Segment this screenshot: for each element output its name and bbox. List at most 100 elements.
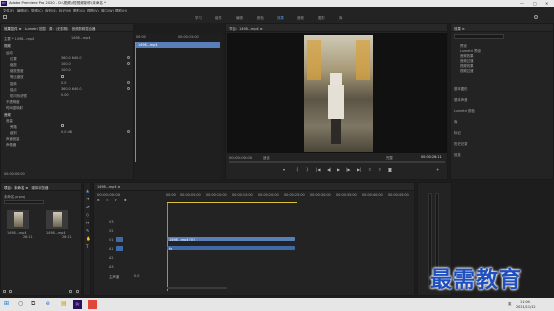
mark-out-icon[interactable]: } [306, 167, 309, 172]
input-language[interactable]: 英 [508, 301, 511, 306]
quality-dropdown[interactable]: 完整 [386, 155, 393, 160]
selection-tool-icon[interactable]: ▲ [86, 188, 89, 193]
search-icon[interactable] [534, 15, 538, 19]
clock-time[interactable]: 11:04 [520, 300, 530, 304]
export-frame-icon[interactable]: ◙ [388, 167, 392, 172]
workspace-learn[interactable]: 学习 [195, 15, 202, 20]
project-thumb-2[interactable] [46, 210, 68, 229]
effect-controls-timecode[interactable]: 00:00:00:00 [4, 172, 25, 176]
track-v2[interactable]: V2 [109, 229, 113, 233]
search-icon[interactable]: ○ [18, 301, 23, 307]
video-clip[interactable]: 1498...mp4 [V] [167, 237, 295, 241]
program-viewer[interactable] [227, 33, 447, 153]
reset-icon[interactable] [127, 130, 130, 133]
tab-media-browser[interactable]: 媒体浏览器 [32, 186, 49, 190]
play-icon[interactable]: ▶ [337, 167, 340, 172]
fit-dropdown[interactable]: 适合 [263, 155, 270, 160]
tab-project[interactable]: 项目：未命名 ≡ [4, 186, 28, 190]
program-timecode-left[interactable]: 00:00:00:00 [229, 155, 252, 160]
effects-tab[interactable]: 效果 ≡ [451, 24, 553, 32]
workspace-libraries[interactable]: 库 [339, 15, 342, 20]
slip-tool-icon[interactable]: ↔ [86, 220, 89, 225]
workspace-editing[interactable]: 编辑 [236, 15, 243, 20]
mini-playhead[interactable] [135, 42, 136, 162]
fx-volume[interactable]: 音量 [6, 118, 13, 123]
level-value[interactable]: 0.0 dB [61, 130, 72, 134]
linked-selection-icon[interactable]: ⊃ [106, 198, 109, 202]
work-area-bar[interactable] [167, 202, 297, 203]
timeline-scrollbar[interactable] [167, 287, 227, 289]
section-lumetri-color[interactable]: Lumetri 颜色 [454, 108, 475, 113]
timeline-timecode[interactable]: 00:00:00:00 [97, 192, 120, 197]
fx-opacity[interactable]: 不透明度 [6, 99, 20, 104]
step-back-icon[interactable]: ◀| [327, 167, 331, 172]
timeline-tab[interactable]: 1498...mp4 ≡ [94, 183, 414, 191]
close-button[interactable]: ✕ [545, 1, 548, 6]
list-view-icon[interactable] [3, 290, 6, 293]
reset-icon[interactable] [127, 62, 130, 65]
workspace-audio[interactable]: 音频 [297, 15, 304, 20]
reset-icon[interactable] [127, 87, 130, 90]
add-button-icon[interactable]: + [436, 167, 439, 172]
app-taskbar-icon[interactable] [88, 300, 97, 309]
go-to-out-icon[interactable]: ▶| [357, 167, 361, 172]
add-marker-icon[interactable]: ▾ [283, 167, 285, 172]
track-v3[interactable]: V3 [109, 220, 113, 224]
program-scrubber[interactable] [229, 161, 445, 163]
trash-icon[interactable] [76, 290, 79, 293]
go-to-in-icon[interactable]: |◀ [316, 167, 320, 172]
position-value[interactable]: 360.0 640.0 [61, 56, 82, 60]
section-markers[interactable]: 标记 [454, 130, 461, 135]
track-v1-target[interactable] [116, 237, 123, 242]
effects-search-input[interactable] [454, 34, 504, 39]
tab-lumetri-scopes[interactable]: Lumetri 范围 [25, 27, 46, 31]
home-icon[interactable] [3, 15, 7, 19]
effects-item-video-transitions[interactable]: 视频过渡 [460, 68, 474, 73]
fx-motion[interactable]: 运动 [6, 50, 13, 55]
project-thumb-1[interactable] [7, 210, 29, 229]
track-a1-target[interactable] [116, 246, 123, 251]
icon-view-icon[interactable] [9, 290, 12, 293]
new-bin-icon[interactable] [69, 290, 72, 293]
ripple-edit-tool-icon[interactable]: ⟛ [86, 204, 90, 209]
tab-audio-mixer[interactable]: 音频剪辑混合器 [72, 27, 96, 31]
clip-label[interactable]: 1498...mp4 [71, 36, 90, 40]
premiere-taskbar-icon[interactable]: Pr [73, 300, 82, 309]
track-a2[interactable]: A2 [109, 256, 113, 260]
section-info[interactable]: 信息 [454, 152, 461, 157]
reset-icon[interactable] [127, 56, 130, 59]
edge-browser-icon[interactable]: e [46, 301, 50, 307]
hand-tool-icon[interactable]: ✋ [86, 236, 90, 241]
timeline-settings-icon[interactable]: ✱ [124, 198, 127, 202]
rotation-value[interactable]: 0.0 [61, 81, 66, 85]
source-label[interactable]: 主要 * 1498...mp4 [4, 36, 34, 41]
section-history[interactable]: 历史记录 [454, 141, 468, 146]
pen-tool-icon[interactable]: ✎ [86, 228, 89, 233]
workspace-assembly[interactable]: 组件 [215, 15, 222, 20]
audio-clip[interactable]: fx [167, 246, 295, 250]
tab-effect-controls[interactable]: 效果控件 ≡ [4, 27, 21, 31]
program-tab[interactable]: 节目：1498...mp4 ≡ [226, 24, 447, 32]
extract-icon[interactable]: ⇪ [378, 167, 381, 172]
lift-icon[interactable]: ⇧ [368, 167, 371, 172]
tab-source[interactable]: 源：(无剪辑) [49, 27, 69, 31]
razor-tool-icon[interactable]: ◇ [86, 212, 89, 217]
file-explorer-icon[interactable]: ▤ [61, 301, 67, 307]
workspace-graphics[interactable]: 图形 [318, 15, 325, 20]
fx-channel-volume[interactable]: 声道音量 [6, 136, 20, 141]
track-select-tool-icon[interactable]: ⇥ [86, 196, 89, 201]
scale-width-value[interactable]: 100.0 [61, 68, 71, 72]
type-tool-icon[interactable]: T [86, 244, 88, 249]
windows-start-icon[interactable]: ⊞ [4, 301, 9, 307]
workspace-color[interactable]: 颜色 [257, 15, 264, 20]
anchor-value[interactable]: 360.0 640.0 [61, 87, 82, 91]
step-forward-icon[interactable]: |▶ [346, 167, 350, 172]
track-a3[interactable]: A3 [109, 265, 113, 269]
fx-time-remap[interactable]: 时间重映射 [6, 105, 23, 110]
track-a1[interactable]: A1 [109, 247, 113, 251]
maximize-button[interactable]: □ [533, 1, 537, 6]
track-v1[interactable]: V1 [109, 238, 113, 242]
section-libraries[interactable]: 库 [454, 119, 457, 124]
section-essential-sound[interactable]: 基本声音 [454, 97, 468, 102]
section-essential-graphics[interactable]: 基本图形 [454, 86, 468, 91]
